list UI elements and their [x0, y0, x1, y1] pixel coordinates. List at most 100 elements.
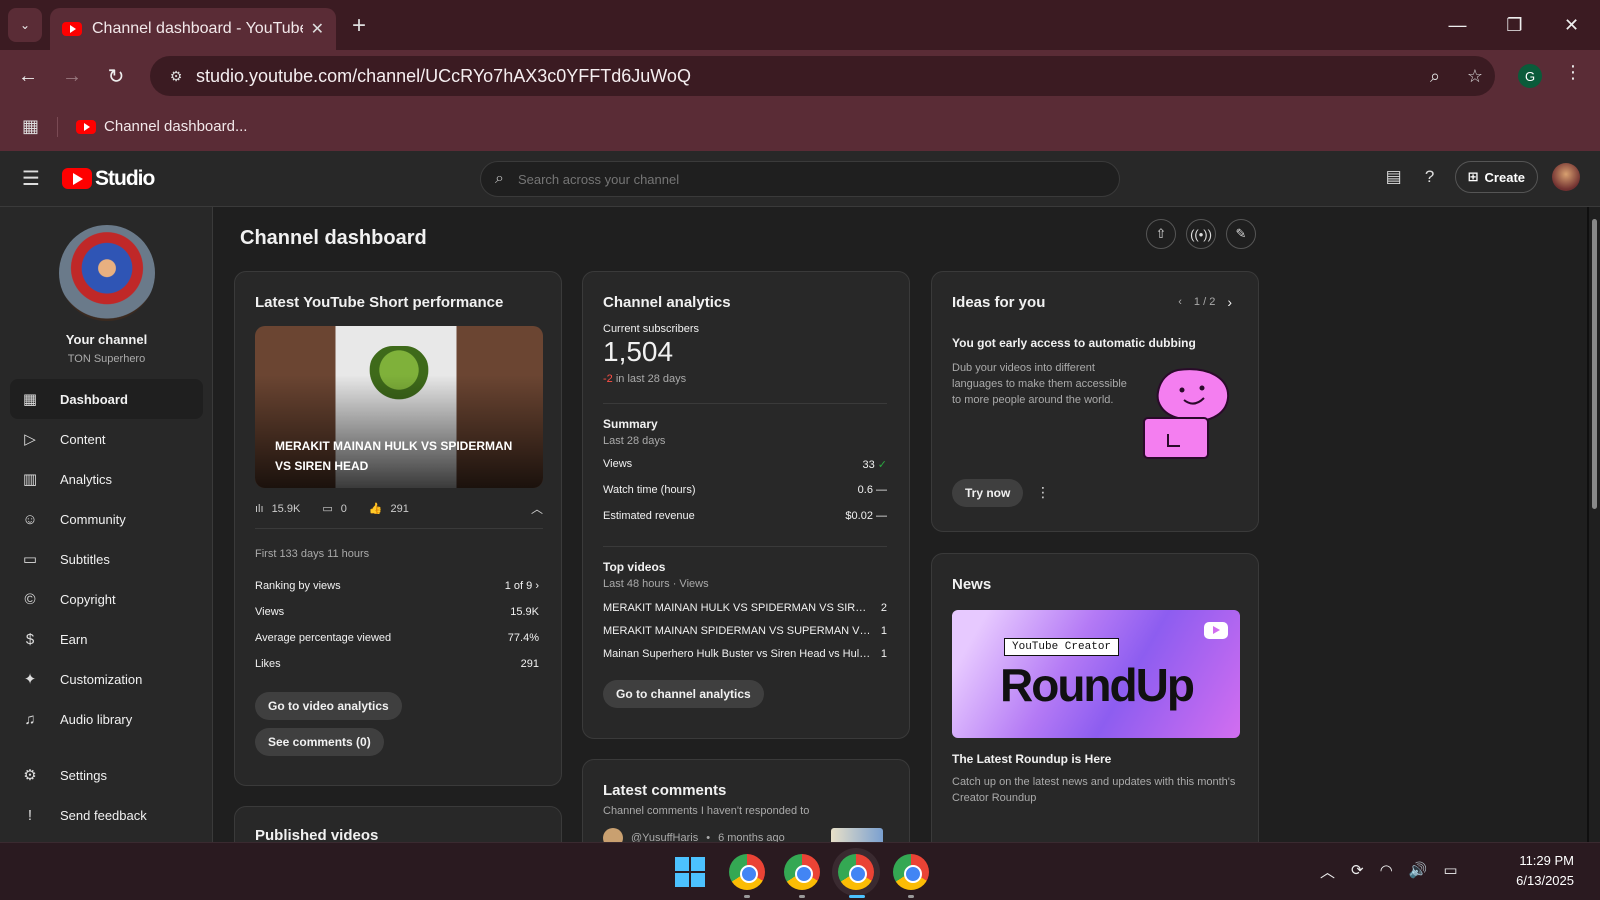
try-now-button[interactable]: Try now [952, 479, 1024, 507]
audio-library-icon: ♫ [24, 710, 36, 728]
sidebar-item-copyright[interactable]: © Copyright [10, 579, 203, 619]
top-video-row[interactable]: MERAKIT MAINAN HULK VS SPIDERMAN VS SIRE… [603, 602, 887, 614]
bookmark-star-icon[interactable]: ☆ [1455, 66, 1495, 87]
address-bar[interactable]: ⚙ studio.youtube.com/channel/UCcRYo7hAX3… [150, 56, 1495, 96]
reload-icon[interactable]: ↻ [94, 64, 138, 89]
sidebar-item-community[interactable]: ☺ Community [10, 499, 203, 539]
studio-logo[interactable]: Studio [62, 166, 155, 191]
divider [255, 528, 543, 529]
comments-stat: 0 [340, 502, 347, 515]
help-icon[interactable]: ? [1419, 167, 1441, 187]
sidebar-item-label: Customization [60, 671, 143, 687]
sidebar-item-label: Subtitles [60, 551, 110, 567]
volume-icon[interactable]: 🔊 [1409, 861, 1428, 882]
period-label: First 133 days 11 hours [255, 548, 370, 560]
chrome-taskbar-icon[interactable] [729, 854, 765, 890]
sidebar-item-send-feedback[interactable]: ! Send feedback [10, 795, 203, 835]
zoom-icon[interactable]: ⌕ [1415, 66, 1455, 87]
sidebar-item-settings[interactable]: ⚙ Settings [10, 755, 203, 795]
minimize-icon[interactable]: — [1429, 0, 1486, 50]
chevron-right-icon[interactable]: › [1227, 294, 1232, 310]
new-tab-button[interactable]: + [352, 12, 366, 40]
top-video-row[interactable]: MERAKIT MAINAN SPIDERMAN VS SUPERMAN VS … [603, 625, 887, 637]
sidebar-item-customization[interactable]: ✦ Customization [10, 659, 203, 699]
video-thumbnail[interactable]: MERAKIT MAINAN HULK VS SPIDERMAN VS SIRE… [255, 326, 543, 488]
chrome-taskbar-icon[interactable] [893, 854, 929, 890]
subscriber-change: -2 [603, 373, 613, 385]
battery-icon[interactable]: ▭ [1443, 861, 1457, 882]
top-video-row[interactable]: Mainan Superhero Hulk Buster vs Siren He… [603, 648, 887, 660]
chevron-left-icon[interactable]: ‹ [1178, 296, 1182, 308]
close-tab-icon[interactable]: ✕ [311, 19, 324, 39]
back-icon[interactable]: ← [6, 65, 50, 88]
tab-title: Channel dashboard - YouTube Studio [92, 20, 303, 37]
comment-author[interactable]: @YusuffHaris [631, 832, 698, 842]
sync-icon[interactable]: ⟳ [1351, 861, 1364, 882]
main-content: Channel dashboard ⇧ ((•)) ✎ Latest YouTu… [213, 207, 1587, 842]
search-input[interactable] [517, 171, 1119, 187]
news-image[interactable]: YouTube Creator RoundUp [952, 610, 1240, 738]
feedback-icon: ! [27, 806, 33, 824]
sidebar-item-dashboard[interactable]: ▦ Dashboard [10, 379, 203, 419]
url-text[interactable]: studio.youtube.com/channel/UCcRYo7hAX3c0… [196, 66, 1415, 87]
create-post-icon[interactable]: ✎ [1226, 219, 1256, 249]
profile-avatar[interactable]: G [1518, 64, 1542, 88]
chevron-up-icon[interactable]: ︿ [1320, 861, 1335, 882]
tab-search-button[interactable]: ⌄ [8, 8, 42, 42]
top-video-name: Mainan Superhero Hulk Buster vs Siren He… [603, 648, 871, 660]
news-body: Catch up on the latest news and updates … [952, 776, 1236, 804]
stat-row[interactable]: Ranking by views 1 of 9 › [255, 580, 539, 592]
logo-text: Studio [95, 166, 155, 190]
browser-menu-icon[interactable]: ⋮ [1564, 62, 1582, 83]
browser-tab[interactable]: Channel dashboard - YouTube Studio ✕ [50, 8, 336, 50]
sidebar-item-audio-library[interactable]: ♫ Audio library [10, 699, 203, 739]
clock-date: 6/13/2025 [1516, 873, 1574, 888]
hamburger-menu-icon[interactable]: ☰ [0, 166, 62, 191]
bookmark-item[interactable]: Channel dashboard... [76, 118, 247, 135]
summary-period: Last 28 days [603, 435, 666, 447]
search-bar[interactable]: ⌕ [480, 161, 1120, 197]
sidebar-item-subtitles[interactable]: ▭ Subtitles [10, 539, 203, 579]
wifi-icon[interactable]: ◠ [1380, 861, 1393, 882]
row-label: Likes [255, 658, 281, 670]
scrollbar-thumb[interactable] [1592, 219, 1597, 509]
window-controls: — ❐ ✕ [1429, 0, 1600, 50]
subtitles-icon: ▭ [22, 551, 38, 568]
chrome-taskbar-icon-active[interactable] [838, 854, 874, 890]
ideas-pager: ‹ 1 / 2 › [1178, 294, 1232, 310]
sidebar-item-analytics[interactable]: ▥ Analytics [10, 459, 203, 499]
row-label: Ranking by views [255, 580, 341, 592]
chrome-taskbar-icon[interactable] [784, 854, 820, 890]
channel-avatar[interactable] [59, 225, 155, 321]
windows-start-icon[interactable] [675, 857, 705, 887]
see-comments-button[interactable]: See comments (0) [255, 728, 384, 756]
row-value: 77.4% [507, 632, 539, 644]
restore-icon[interactable]: ❐ [1486, 0, 1543, 50]
site-info-icon[interactable]: ⚙ [156, 68, 196, 85]
video-stats: ılı 15.9K ▭ 0 👍 291 ︿ [255, 500, 543, 517]
go-to-video-analytics-button[interactable]: Go to video analytics [255, 692, 402, 720]
go-live-icon[interactable]: ((•)) [1186, 219, 1216, 249]
close-window-icon[interactable]: ✕ [1543, 0, 1600, 50]
comment-video-thumbnail[interactable] [831, 828, 883, 842]
clock[interactable]: 11:29 PM 6/13/2025 [1490, 851, 1574, 891]
comment-avatar[interactable] [603, 828, 623, 842]
forward-icon[interactable]: → [50, 65, 94, 88]
account-avatar[interactable] [1552, 163, 1580, 191]
go-to-channel-analytics-button[interactable]: Go to channel analytics [603, 680, 764, 708]
sidebar-item-content[interactable]: ▷ Content [10, 419, 203, 459]
apps-grid-icon[interactable]: ▦ [22, 116, 39, 137]
top-video-name: MERAKIT MAINAN HULK VS SPIDERMAN VS SIRE… [603, 602, 871, 614]
messages-icon[interactable]: ▤ [1383, 167, 1405, 187]
sidebar-item-earn[interactable]: $ Earn [10, 619, 203, 659]
top-video-views: 2 [880, 602, 887, 614]
more-options-icon[interactable]: ⋮ [1036, 484, 1050, 501]
top-video-views: 1 [880, 648, 887, 660]
create-button[interactable]: ⊞ Create [1454, 161, 1538, 193]
chevron-up-icon[interactable]: ︿ [531, 500, 543, 517]
upload-icon[interactable]: ⇧ [1146, 219, 1176, 249]
comment-separator: • [706, 832, 711, 842]
page-scrollbar[interactable] [1589, 207, 1600, 842]
ideas-card: Ideas for you ‹ 1 / 2 › You got early ac… [931, 271, 1259, 532]
summary-row: Estimated revenue $0.02 — [603, 510, 887, 522]
